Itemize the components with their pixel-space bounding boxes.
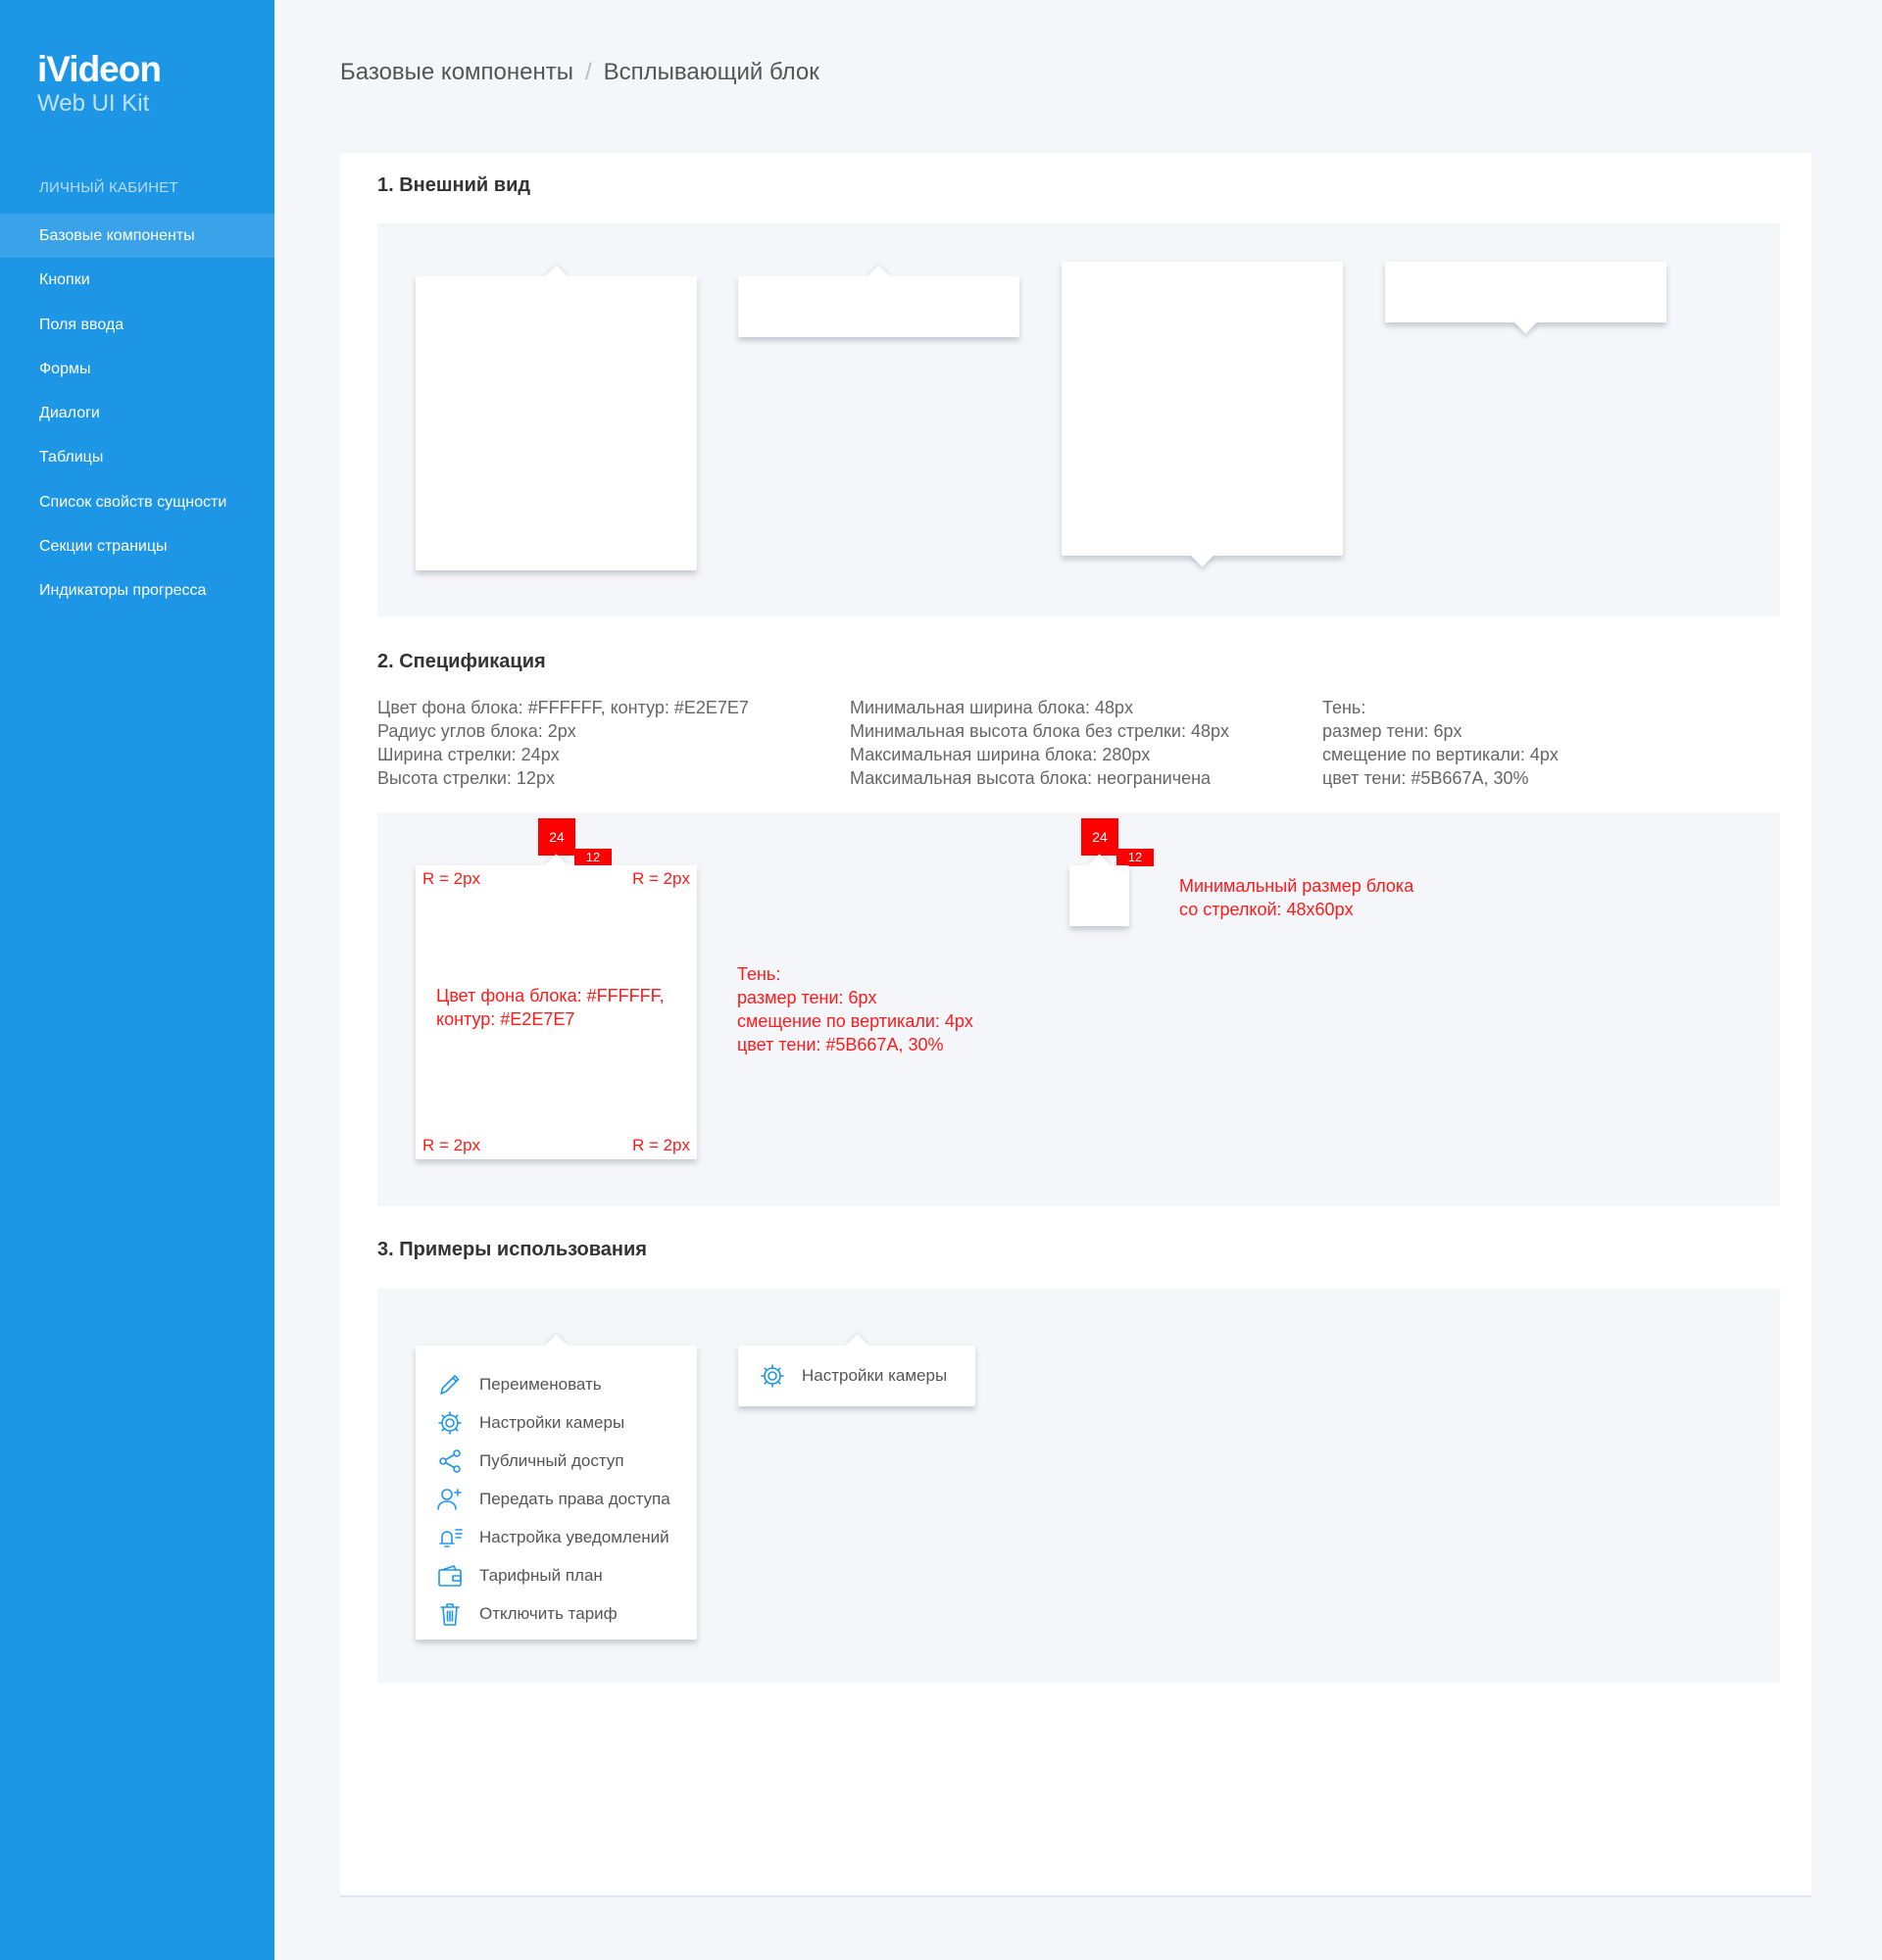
min-arrow-height-badge: 12 [1116, 849, 1154, 866]
popup-spec-minimal [1069, 865, 1129, 926]
menu-item-transfer-rights[interactable]: Передать права доступа [416, 1480, 697, 1518]
popup-example-short-arrow-bottom [1385, 262, 1666, 322]
bell-icon [439, 1528, 463, 1547]
sidebar-item-progress[interactable]: Индикаторы прогресса [0, 568, 274, 612]
menu-item-camera-settings[interactable]: Настройки камеры [416, 1403, 697, 1442]
wallet-icon [438, 1564, 462, 1587]
menu-item-label: Переименовать [479, 1374, 602, 1394]
spec-column-3: Тень: размер тени: 6px смещение по верти… [1322, 696, 1559, 790]
shadow-annotation: Тень: размер тени: 6px смещение по верти… [737, 962, 973, 1056]
menu-item-disable-tariff[interactable]: Отключить тариф [416, 1594, 697, 1633]
spec-line: цвет тени: #5B667A, 30% [1322, 768, 1529, 788]
popup-example-tall-arrow-bottom [1062, 262, 1343, 556]
spec-line: Максимальная ширина блока: 280px [850, 745, 1151, 764]
pencil-icon [440, 1374, 460, 1395]
shadow-annotation-line: смещение по вертикали: 4px [737, 1011, 973, 1031]
examples-panel: Переименовать Настройки камеры Публичный… [377, 1289, 1780, 1683]
radius-label-top-left: R = 2px [422, 869, 481, 888]
spec-line: Ширина стрелки: 24px [377, 745, 560, 764]
menu-item-label: Публичный доступ [479, 1450, 624, 1470]
logo-subtitle: Web UI Kit [37, 90, 150, 117]
radius-label-bottom-left: R = 2px [422, 1136, 481, 1154]
breadcrumb: Базовые компоненты / Всплывающий блок [340, 59, 819, 86]
sidebar-item-tables[interactable]: Таблицы [0, 435, 274, 479]
menu-item-label: Настройка уведомлений [479, 1527, 669, 1546]
sidebar-item-inputs[interactable]: Поля ввода [0, 303, 274, 347]
breadcrumb-current: Всплывающий блок [603, 59, 819, 85]
spec-line: Радиус углов блока: 2px [377, 721, 576, 741]
shadow-annotation-line: цвет тени: #5B667A, 30% [737, 1035, 944, 1054]
brand[interactable]: iVideon Web UI Kit [37, 49, 162, 118]
spec-panel: 24 12 R = 2px R = 2px R = 2px R = 2px Цв… [377, 812, 1780, 1206]
sidebar-item-property-list[interactable]: Список свойств сущности [0, 480, 274, 524]
gear-icon [438, 1410, 462, 1435]
min-arrow-width-badge: 24 [1081, 818, 1118, 856]
sidebar-item-dialogs[interactable]: Диалоги [0, 391, 274, 435]
sidebar-item-base-components[interactable]: Базовые компоненты [0, 214, 274, 259]
section-title-spec: 2. Спецификация [377, 651, 546, 672]
spec-line: смещение по вертикали: 4px [1322, 745, 1559, 764]
user-add-icon [437, 1488, 462, 1510]
appearance-panel [377, 223, 1780, 616]
context-menu-popup: Переименовать Настройки камеры Публичный… [416, 1346, 697, 1640]
sidebar-item-forms[interactable]: Формы [0, 347, 274, 391]
arrow-height-badge: 12 [574, 849, 612, 866]
bg-color-annotation-line: контур: #E2E7E7 [436, 1009, 575, 1029]
min-size-annotation-line: Минимальный размер блока [1179, 876, 1414, 896]
menu-item-rename[interactable]: Переименовать [416, 1365, 697, 1403]
bg-color-annotation: Цвет фона блока: #FFFFFF, контур: #E2E7E… [436, 984, 665, 1031]
bg-color-annotation-line: Цвет фона блока: #FFFFFF, [436, 986, 665, 1005]
spec-line: Тень: [1322, 698, 1366, 717]
single-item-popup: Настройки камеры [738, 1346, 975, 1406]
menu-item-public-access[interactable]: Публичный доступ [416, 1442, 697, 1480]
context-menu: Переименовать Настройки камеры Публичный… [416, 1346, 697, 1633]
shadow-annotation-line: размер тени: 6px [737, 988, 877, 1007]
spec-line: Цвет фона блока: #FFFFFF, контур: #E2E7E… [377, 698, 749, 717]
sidebar-caption: ЛИЧНЫЙ КАБИНЕТ [39, 179, 178, 196]
spec-line: Минимальная ширина блока: 48px [850, 698, 1134, 717]
menu-item-label: Отключить тариф [479, 1603, 618, 1623]
logo: iVideon [37, 49, 162, 89]
menu-item-notification-settings[interactable]: Настройка уведомлений [416, 1518, 697, 1556]
spec-column-2: Минимальная ширина блока: 48px Минимальн… [850, 696, 1229, 790]
popup-example-short-arrow-top [738, 276, 1019, 337]
section-title-examples: 3. Примеры использования [377, 1239, 647, 1260]
menu-item-tariff-plan[interactable]: Тарифный план [416, 1556, 697, 1594]
breadcrumb-separator: / [584, 59, 592, 85]
gear-icon [761, 1364, 784, 1388]
menu-item-label: Передать права доступа [479, 1489, 670, 1508]
sidebar-item-buttons[interactable]: Кнопки [0, 258, 274, 302]
content-card: 1. Внешний вид 2. Спецификация Цвет фона… [340, 153, 1811, 1897]
spec-line: Минимальная высота блока без стрелки: 48… [850, 721, 1229, 741]
popup-spec-large: R = 2px R = 2px R = 2px R = 2px Цвет фон… [416, 865, 697, 1159]
sidebar-item-page-sections[interactable]: Секции страницы [0, 524, 274, 568]
sidebar: iVideon Web UI Kit ЛИЧНЫЙ КАБИНЕТ Базовы… [0, 0, 274, 1960]
arrow-width-badge: 24 [538, 818, 575, 856]
menu-item-label: Настройки камеры [802, 1366, 948, 1385]
section-title-appearance: 1. Внешний вид [377, 174, 531, 196]
radius-label-top-right: R = 2px [631, 869, 690, 888]
share-icon [439, 1448, 461, 1473]
menu-item-label: Тарифный план [479, 1565, 603, 1585]
spec-line: Высота стрелки: 12px [377, 768, 555, 788]
spec-line: Максимальная высота блока: неограничена [850, 768, 1212, 788]
popup-example-tall-arrow-top [416, 276, 697, 570]
spec-column-1: Цвет фона блока: #FFFFFF, контур: #E2E7E… [377, 696, 749, 790]
spec-line: размер тени: 6px [1322, 721, 1462, 741]
trash-icon [440, 1602, 460, 1626]
breadcrumb-parent-link[interactable]: Базовые компоненты [340, 59, 573, 85]
menu-item-camera-settings-single[interactable]: Настройки камеры [738, 1346, 975, 1406]
shadow-annotation-line: Тень: [737, 964, 781, 984]
min-size-annotation: Минимальный размер блока со стрелкой: 48… [1179, 874, 1413, 921]
menu-item-label: Настройки камеры [479, 1412, 625, 1432]
min-size-annotation-line: со стрелкой: 48x60px [1179, 900, 1354, 919]
sidebar-nav: Базовые компоненты Кнопки Поля ввода Фор… [0, 214, 274, 613]
radius-label-bottom-right: R = 2px [631, 1136, 690, 1154]
